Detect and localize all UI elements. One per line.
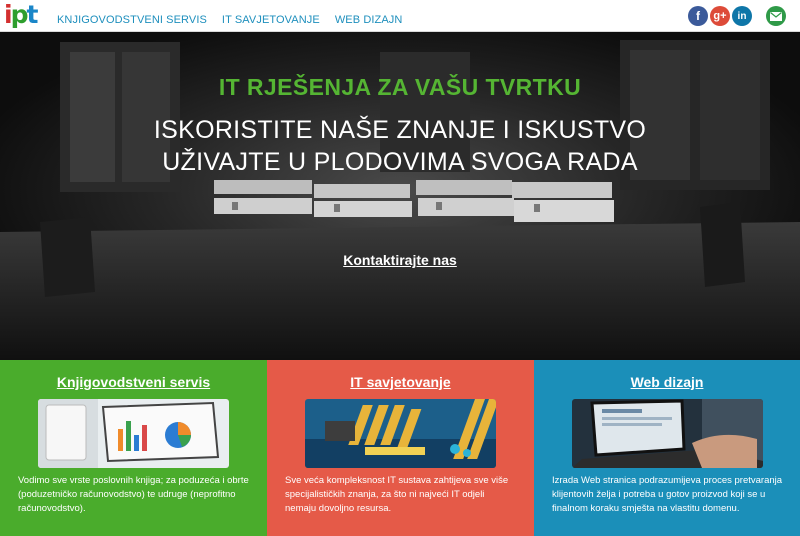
service-box-knjigovodstvo: Knjigovodstveni servis Vodimo sve vrste … (0, 360, 267, 536)
contact-cta: Kontaktirajte nas (0, 252, 800, 270)
facebook-icon[interactable]: f (688, 6, 708, 26)
hero-title: IT RJEŠENJA ZA VAŠU TVRTKU (218, 74, 582, 100)
hero-banner: IT RJEŠENJA ZA VAŠU TVRTKU ISKORISTITE N… (0, 32, 800, 360)
laptop-typing-image (572, 399, 763, 468)
service-title-it-savjetovanje[interactable]: IT savjetovanje (267, 374, 534, 390)
service-text-knjigovodstvo: Vodimo sve vrste poslovnih knjiga; za po… (18, 475, 249, 514)
motherboard-image (305, 399, 496, 468)
service-title-web-dizajn[interactable]: Web dizajn (534, 374, 800, 390)
services-section: Knjigovodstveni servis Vodimo sve vrste … (0, 360, 800, 536)
ipt-logo[interactable]: ipt (4, 2, 38, 28)
hero-subtitle-line1: ISKORISTITE NAŠE ZNANJE I ISKUSTVO (153, 116, 647, 144)
nav-it-savjetovanje[interactable]: IT SAVJETOVANJE (222, 14, 320, 26)
service-text-it-savjetovanje: Sve veća kompleksnost IT sustava zahtije… (285, 475, 509, 514)
main-nav: KNJIGOVODSTVENI SERVIS IT SAVJETOVANJE W… (57, 14, 417, 26)
nav-knjigovodstveni-servis[interactable]: KNJIGOVODSTVENI SERVIS (57, 14, 207, 26)
service-title-knjigovodstvo[interactable]: Knjigovodstveni servis (0, 374, 267, 390)
mail-icon[interactable] (766, 6, 786, 26)
linkedin-icon[interactable]: in (732, 6, 752, 26)
top-navigation-bar: ipt KNJIGOVODSTVENI SERVIS IT SAVJETOVAN… (0, 0, 800, 32)
google-plus-icon[interactable]: g+ (710, 6, 730, 26)
nav-web-dizajn[interactable]: WEB DIZAJN (335, 14, 403, 26)
service-box-it-savjetovanje: IT savjetovanje Sve veća kompleksnost IT… (267, 360, 534, 536)
contact-link[interactable]: Kontaktirajte nas (343, 252, 457, 268)
hero-subtitle-line2: UŽIVAJTE U PLODOVIMA SVOGA RADA (162, 148, 638, 176)
social-links: f g+ in (688, 6, 752, 26)
laptop-chart-image (38, 399, 229, 468)
service-text-web-dizajn: Izrada Web stranica podrazumijeva proces… (552, 475, 783, 514)
service-box-web-dizajn: Web dizajn Izrada Web stranica podrazumi… (534, 360, 800, 536)
